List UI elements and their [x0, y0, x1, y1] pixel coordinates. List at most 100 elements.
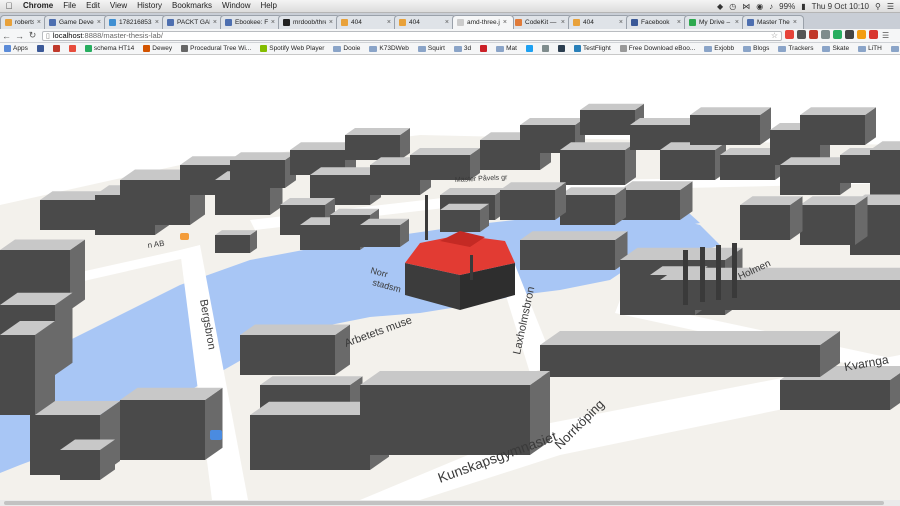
- bookmark-21[interactable]: Trackers: [778, 45, 813, 52]
- highlighted-building[interactable]: [405, 231, 515, 310]
- bookmark-20[interactable]: Blogs: [743, 45, 769, 52]
- bookmark-17[interactable]: TestFlight: [573, 45, 611, 52]
- building-10[interactable]: [345, 128, 410, 160]
- extension-5-icon[interactable]: [845, 30, 854, 39]
- building-51[interactable]: [60, 439, 115, 481]
- building-52[interactable]: [0, 321, 55, 415]
- menu-help[interactable]: Help: [255, 0, 281, 12]
- tab-2[interactable]: 1782168532 ×: [104, 15, 166, 29]
- tab-close-icon[interactable]: ×: [561, 19, 565, 26]
- menu-view[interactable]: View: [105, 0, 132, 12]
- extension-7-icon[interactable]: [869, 30, 878, 39]
- chrome-menu-icon[interactable]: ☰: [882, 31, 889, 40]
- bookmark-24[interactable]: Development: [890, 45, 900, 52]
- back-arrow-icon[interactable]: ←: [0, 31, 13, 41]
- bluetooth-icon[interactable]: ⋈: [742, 2, 750, 11]
- building-39[interactable]: [520, 231, 628, 270]
- reload-icon[interactable]: ↻: [26, 30, 39, 41]
- tab-close-icon[interactable]: ×: [677, 19, 681, 26]
- bookmark-5[interactable]: Dewey: [143, 45, 172, 52]
- bookmark-4[interactable]: schema HT14: [84, 45, 134, 52]
- bookmark-18[interactable]: Free Download eBoo...: [619, 45, 695, 52]
- tab-close-icon[interactable]: ×: [213, 19, 217, 26]
- bookmark-star-icon[interactable]: ☆: [771, 31, 778, 40]
- building-33[interactable]: [440, 203, 489, 232]
- tab-10[interactable]: 404 ×: [568, 15, 630, 29]
- menu-app-name[interactable]: Chrome: [18, 0, 58, 12]
- bookmark-13[interactable]: Mat: [496, 45, 517, 52]
- bookmark-2[interactable]: [52, 45, 60, 52]
- spotlight-icon[interactable]: ⚲: [875, 2, 881, 11]
- bookmark-7[interactable]: Spotify Web Player: [260, 45, 324, 52]
- bookmark-10[interactable]: Squirt: [417, 45, 445, 52]
- building-29[interactable]: [740, 196, 803, 240]
- bookmark-6[interactable]: Procedural Tree Wi...: [181, 45, 251, 52]
- tab-close-icon[interactable]: ×: [503, 19, 507, 26]
- 3d-city-map[interactable]: Bergsbron Laxholmsbron Kunskapsgymnasiet…: [0, 55, 900, 500]
- bookmark-9[interactable]: K73DWeb: [369, 45, 409, 52]
- building-12[interactable]: [410, 148, 480, 180]
- webgl-map-canvas[interactable]: Bergsbron Laxholmsbron Kunskapsgymnasiet…: [0, 55, 900, 500]
- building-32[interactable]: [500, 182, 566, 220]
- map-pin-icon-2[interactable]: [180, 233, 189, 240]
- volume-icon[interactable]: ♪: [769, 2, 773, 11]
- tab-close-icon[interactable]: ×: [387, 19, 391, 26]
- wifi-icon[interactable]: ◉: [756, 2, 763, 11]
- extension-6-icon[interactable]: [857, 30, 866, 39]
- building-7[interactable]: [230, 152, 296, 188]
- tab-close-icon[interactable]: ×: [735, 19, 739, 26]
- bookmark-23[interactable]: LiTH: [858, 45, 882, 52]
- tab-4[interactable]: Ebookee: Free×: [220, 15, 282, 29]
- tab-close-icon[interactable]: ×: [37, 19, 41, 26]
- building-37[interactable]: [215, 230, 257, 253]
- extension-1-icon[interactable]: [797, 30, 806, 39]
- tab-12[interactable]: My Drive – Go×: [684, 15, 746, 29]
- time-machine-icon[interactable]: ◷: [729, 2, 736, 11]
- building-49[interactable]: [120, 387, 223, 460]
- tab-close-icon[interactable]: ×: [155, 19, 159, 26]
- bookmark-14[interactable]: [525, 45, 533, 52]
- building-16[interactable]: [560, 142, 636, 185]
- building-38[interactable]: [360, 218, 409, 247]
- bookmark-0[interactable]: Apps: [4, 45, 28, 52]
- building-44[interactable]: [540, 331, 840, 377]
- menubar-clock[interactable]: Thu 9 Oct 10:10: [812, 2, 869, 11]
- tab-13[interactable]: Master Thesis×: [742, 15, 804, 29]
- horizontal-scrollbar[interactable]: [0, 500, 900, 506]
- tab-close-icon[interactable]: ×: [445, 19, 449, 26]
- menu-edit[interactable]: Edit: [81, 0, 105, 12]
- notification-center-icon[interactable]: ☰: [887, 2, 894, 11]
- tab-5[interactable]: mrdoob/three×: [278, 15, 340, 29]
- apple-menu-icon[interactable]: : [0, 1, 18, 11]
- address-bar[interactable]: ▯ localhost:8888/master-thesis-lab/ ☆: [42, 30, 782, 41]
- tab-0[interactable]: roberts-macb×: [0, 15, 48, 29]
- extension-3-icon[interactable]: [821, 30, 830, 39]
- tab-close-icon[interactable]: ×: [793, 19, 797, 26]
- forward-arrow-icon[interactable]: →: [13, 31, 26, 41]
- building-20[interactable]: [690, 107, 771, 145]
- building-45[interactable]: [240, 324, 350, 376]
- battery-level[interactable]: 99%: [779, 2, 795, 11]
- map-pin-icon[interactable]: [210, 430, 222, 440]
- building-42[interactable]: [660, 267, 900, 310]
- menu-file[interactable]: File: [58, 0, 81, 12]
- address-url[interactable]: localhost:8888/master-thesis-lab/: [53, 31, 163, 40]
- tab-8[interactable]: amd-three.js ×: [452, 15, 514, 29]
- bookmark-1[interactable]: [36, 45, 44, 52]
- bookmark-12[interactable]: [480, 45, 488, 52]
- extension-4-icon[interactable]: [833, 30, 842, 39]
- bookmark-3[interactable]: [68, 45, 76, 52]
- extension-2-icon[interactable]: [809, 30, 818, 39]
- menu-window[interactable]: Window: [217, 0, 255, 12]
- bookmark-8[interactable]: Dooie: [333, 45, 360, 52]
- extension-0-icon[interactable]: [785, 30, 794, 39]
- bookmark-22[interactable]: Skate: [822, 45, 849, 52]
- tab-11[interactable]: Facebook ×: [626, 15, 688, 29]
- tab-close-icon[interactable]: ×: [97, 19, 101, 26]
- bookmark-19[interactable]: Exjobb: [704, 45, 734, 52]
- bookmark-15[interactable]: [541, 45, 549, 52]
- building-31[interactable]: [560, 187, 626, 225]
- tab-close-icon[interactable]: ×: [619, 19, 623, 26]
- bookmark-11[interactable]: 3d: [453, 45, 471, 52]
- battery-icon[interactable]: ▮: [801, 2, 805, 11]
